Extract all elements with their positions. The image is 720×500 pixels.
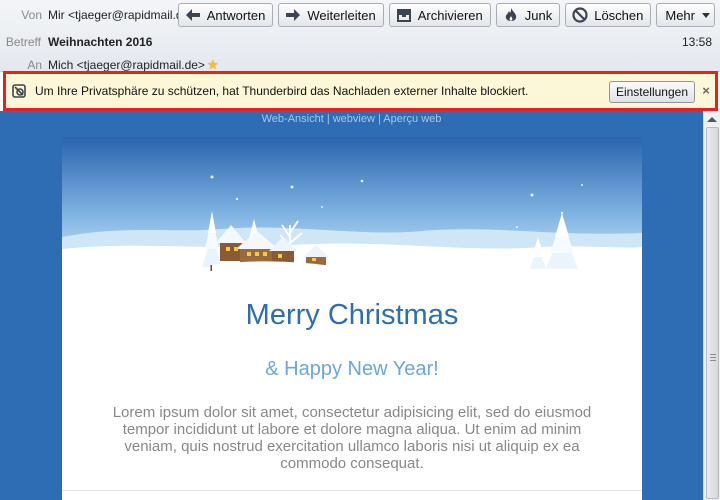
privacy-shield-icon bbox=[11, 83, 27, 99]
delete-circle-icon bbox=[571, 6, 589, 24]
more-button[interactable]: Mehr bbox=[656, 3, 715, 27]
forward-label: Weiterleiten bbox=[307, 7, 376, 23]
archive-button[interactable]: Archivieren bbox=[388, 3, 491, 27]
christmas-banner-image bbox=[62, 137, 642, 277]
reply-button[interactable]: Antworten bbox=[177, 3, 274, 27]
delete-button[interactable]: Löschen bbox=[565, 3, 652, 27]
forward-arrow-icon bbox=[284, 6, 302, 24]
notification-text: Um Ihre Privatsphäre zu schützen, hat Th… bbox=[35, 84, 529, 98]
subject-value: Weihnachten 2016 bbox=[48, 35, 153, 49]
message-scrollbar[interactable] bbox=[703, 111, 720, 500]
web-view-links[interactable]: Web-Ansicht | webview | Aperçu web bbox=[0, 113, 703, 125]
to-address[interactable]: Mich <tjaeger@rapidmail.de> bbox=[48, 58, 205, 72]
grip-line bbox=[710, 360, 716, 361]
grip-line bbox=[710, 357, 716, 358]
message-toolbar: Antworten Weiterleiten Archivieren Junk … bbox=[177, 3, 715, 27]
archive-label: Archivieren bbox=[417, 7, 483, 23]
grip-line bbox=[710, 354, 716, 355]
email-body-text: Lorem ipsum dolor sit amet, consectetur … bbox=[112, 404, 592, 472]
junk-label: Junk bbox=[524, 7, 553, 23]
email-title: Merry Christmas bbox=[245, 299, 459, 331]
from-address[interactable]: Mir <tjaeger@rapidmail.de> bbox=[48, 8, 196, 22]
more-label: Mehr bbox=[665, 7, 695, 23]
content-divider bbox=[62, 490, 642, 491]
close-icon[interactable]: × bbox=[699, 83, 713, 99]
email-subtitle: & Happy New Year! bbox=[265, 358, 439, 380]
remote-content-notification: Um Ihre Privatsphäre zu schützen, hat Th… bbox=[3, 71, 718, 111]
junk-button[interactable]: Junk bbox=[495, 3, 561, 27]
email-card: Merry Christmas & Happy New Year! Lorem … bbox=[62, 137, 642, 500]
junk-flame-icon bbox=[502, 6, 520, 24]
message-header: Von Mir <tjaeger@rapidmail.de> ★ Betreff… bbox=[0, 0, 720, 72]
subject-row: Betreff Weihnachten 2016 bbox=[0, 32, 720, 52]
from-label: Von bbox=[21, 8, 42, 22]
archive-box-icon bbox=[395, 6, 413, 24]
message-body: Web-Ansicht | webview | Aperçu web Merry… bbox=[0, 111, 703, 500]
subject-label: Betreff bbox=[5, 35, 41, 49]
reply-label: Antworten bbox=[206, 7, 266, 23]
to-label: An bbox=[27, 58, 42, 72]
scroll-up-icon[interactable] bbox=[707, 117, 717, 122]
message-time: 13:58 bbox=[681, 35, 712, 49]
settings-button[interactable]: Einstellungen bbox=[608, 81, 695, 103]
reply-arrow-icon bbox=[184, 6, 202, 24]
chevron-down-icon bbox=[702, 12, 710, 18]
scrollbar-thumb[interactable] bbox=[706, 127, 719, 499]
forward-button[interactable]: Weiterleiten bbox=[278, 3, 384, 27]
delete-label: Löschen bbox=[594, 7, 644, 23]
